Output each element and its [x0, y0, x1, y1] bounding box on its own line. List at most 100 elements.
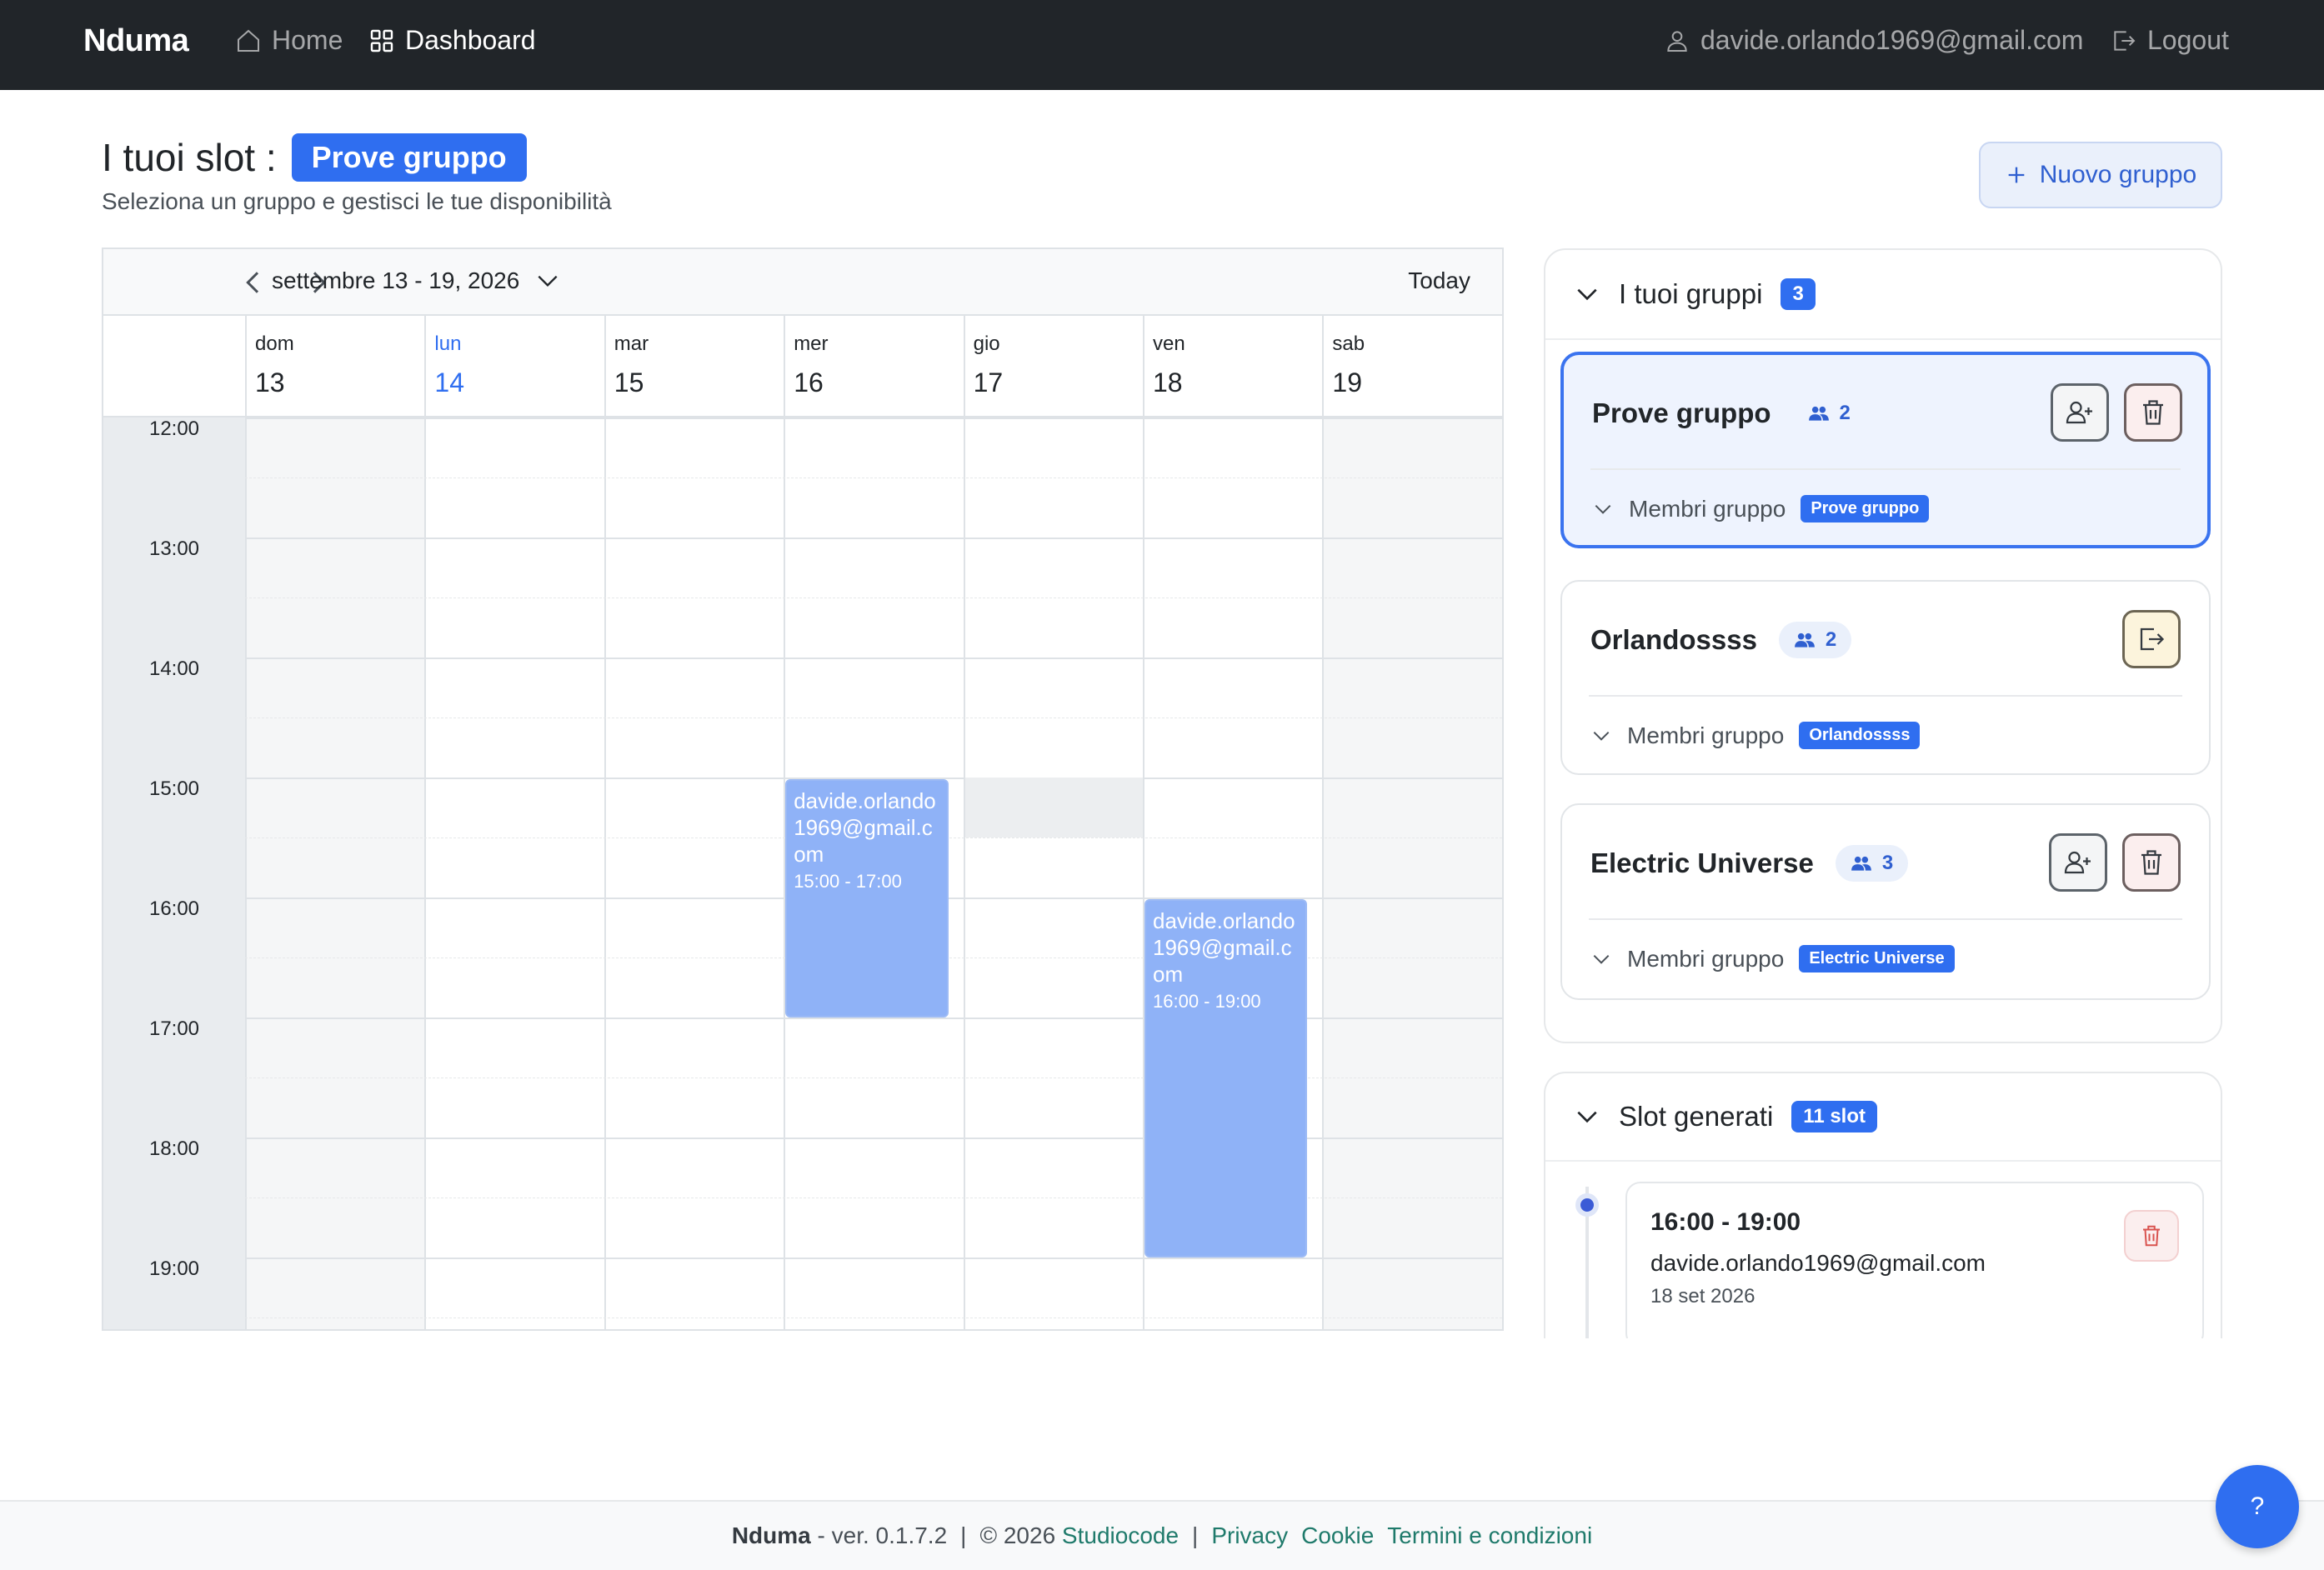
slot-email: davide.orlando1969@gmail.com	[1650, 1250, 1986, 1276]
footer-terms-link[interactable]: Termini e condizioni	[1387, 1522, 1592, 1549]
footer-cookie-link[interactable]: Cookie	[1301, 1522, 1374, 1549]
add-member-button[interactable]	[2051, 383, 2109, 442]
date-range-label: settembre 13 - 19, 2026	[272, 268, 520, 293]
day-number[interactable]: 16	[794, 368, 824, 398]
chevron-down-icon	[1593, 954, 1610, 964]
hour-line	[245, 658, 1502, 659]
new-group-button[interactable]: Nuovo gruppo	[1979, 142, 2222, 208]
time-label: 18:00	[148, 1138, 200, 1160]
chevron-left-icon[interactable]	[237, 266, 270, 299]
day-column[interactable]	[424, 418, 604, 1329]
day-header: sab 19	[1322, 316, 1501, 418]
group-card-orlandossss[interactable]: Orlandossss 2 Membri gruppo Orlandossss	[1560, 580, 2211, 775]
delete-group-button[interactable]	[2124, 383, 2182, 442]
brand-logo[interactable]: Nduma	[83, 23, 189, 59]
slot-item[interactable]: 16:00 - 19:00 davide.orlando1969@gmail.c…	[1625, 1182, 2204, 1338]
nav-dashboard-label: Dashboard	[405, 25, 536, 55]
group-tag: Electric Universe	[1799, 945, 1955, 972]
new-group-label: Nuovo gruppo	[2039, 161, 2197, 188]
day-column[interactable]	[245, 418, 425, 1329]
group-divider	[1590, 468, 2181, 470]
calendar-event[interactable]: davide.orlando1969@gmail.com 15:00 - 17:0…	[785, 779, 949, 1018]
day-number[interactable]: 13	[255, 368, 285, 398]
day-column[interactable]	[963, 418, 1143, 1329]
page-subtitle: Seleziona un gruppo e gestisci le tue di…	[102, 188, 612, 214]
time-label: 12:00	[148, 418, 200, 440]
home-icon	[238, 29, 259, 52]
footer-brand: Nduma	[731, 1522, 811, 1548]
today-button[interactable]: Today	[1408, 268, 1470, 294]
groups-panel-header[interactable]: I tuoi gruppi 3	[1545, 250, 2221, 340]
help-button[interactable]: ?	[2216, 1465, 2299, 1548]
footer-privacy-link[interactable]: Privacy	[1211, 1522, 1288, 1549]
hour-line	[245, 1138, 1502, 1139]
leave-group-button[interactable]	[2122, 610, 2181, 668]
slots-panel-header[interactable]: Slot generati 11 slot	[1545, 1073, 2221, 1162]
footer-company-link[interactable]: Studiocode	[1062, 1522, 1179, 1548]
day-number[interactable]: 14	[434, 368, 464, 398]
group-tag: Orlandossss	[1799, 722, 1921, 749]
event-title: davide.orlando1969@gmail.com	[794, 788, 936, 867]
slots-panel-title: Slot generati	[1619, 1101, 1774, 1132]
nav-user-email: davide.orlando1969@gmail.com	[1700, 25, 2084, 55]
nav-dashboard[interactable]: Dashboard	[368, 25, 536, 56]
hour-line	[245, 418, 1502, 419]
logout-icon	[2114, 30, 2136, 51]
group-card-prove-gruppo[interactable]: Prove gruppo 2 Membri gruppo Prove grupp…	[1560, 352, 2211, 548]
member-count: 2	[1839, 402, 1851, 424]
date-range-picker[interactable]: settembre 13 - 19, 2026	[272, 268, 561, 294]
plus-icon	[2008, 167, 2025, 183]
nav-logout[interactable]: Logout	[2111, 25, 2229, 56]
day-number[interactable]: 15	[614, 368, 644, 398]
nav-home[interactable]: Home	[235, 25, 343, 56]
calendar-toolbar: settembre 13 - 19, 2026 Today	[103, 249, 1502, 316]
people-icon	[1795, 632, 1815, 648]
delete-group-button[interactable]	[2122, 833, 2181, 892]
members-toggle[interactable]: Membri gruppo Orlandossss	[1590, 722, 1921, 749]
day-number[interactable]: 19	[1332, 368, 1362, 398]
footer-brand-group: Nduma - ver. 0.1.7.2	[732, 1522, 947, 1549]
members-label: Membri gruppo	[1627, 945, 1785, 972]
day-name: lun	[434, 332, 462, 355]
trash-icon	[2143, 1225, 2160, 1247]
trash-icon	[2141, 850, 2161, 875]
day-name: mer	[794, 332, 829, 355]
slot-time: 16:00 - 19:00	[1650, 1208, 1801, 1236]
day-name: sab	[1332, 332, 1365, 355]
page-title-text: I tuoi slot :	[102, 136, 277, 179]
day-header: lun 14	[424, 316, 604, 418]
chevron-down-icon	[1577, 1111, 1597, 1123]
hour-line	[245, 1018, 1502, 1019]
group-divider	[1589, 695, 2182, 697]
member-count: 3	[1881, 852, 1894, 874]
calendar-event[interactable]: davide.orlando1969@gmail.com 16:00 - 19:0…	[1144, 899, 1308, 1258]
members-toggle[interactable]: Membri gruppo Electric Universe	[1590, 945, 1955, 972]
group-tag: Prove gruppo	[1801, 495, 1930, 522]
event-time: 15:00 - 17:00	[794, 871, 902, 892]
day-column[interactable]	[604, 418, 784, 1329]
nav-home-label: Home	[272, 25, 343, 55]
footer: Nduma - ver. 0.1.7.2 | © 2026 Studiocode…	[0, 1500, 2324, 1570]
member-count-pill: 3	[1835, 845, 1909, 882]
day-number[interactable]: 17	[974, 368, 1004, 398]
nav-user[interactable]: davide.orlando1969@gmail.com	[1664, 25, 2083, 56]
slots-count-badge: 11 slot	[1791, 1101, 1878, 1132]
day-name: gio	[973, 332, 1000, 355]
add-member-button[interactable]	[2049, 833, 2107, 892]
navbar: Nduma Home Dashboard davide.orlando1969@…	[0, 0, 2324, 90]
event-time: 16:00 - 19:00	[1153, 991, 1261, 1012]
day-header: dom 13	[245, 316, 424, 418]
day-header: mer 16	[784, 316, 963, 418]
members-label: Membri gruppo	[1627, 722, 1785, 748]
day-header: gio 17	[963, 316, 1143, 418]
group-card-electric-universe[interactable]: Electric Universe 3 Membri gruppo Electr…	[1560, 803, 2211, 1000]
selected-group-badge: Prove gruppo	[291, 133, 527, 182]
group-name-text: Electric Universe	[1590, 848, 1814, 878]
members-toggle[interactable]: Membri gruppo Prove gruppo	[1592, 495, 1930, 522]
exit-icon	[2140, 628, 2165, 651]
group-name: Orlandossss 2	[1590, 622, 1852, 658]
delete-slot-button[interactable]	[2124, 1210, 2179, 1262]
day-column[interactable]	[1322, 418, 1502, 1329]
day-number[interactable]: 18	[1153, 368, 1183, 398]
chevron-down-icon	[1595, 504, 1611, 514]
